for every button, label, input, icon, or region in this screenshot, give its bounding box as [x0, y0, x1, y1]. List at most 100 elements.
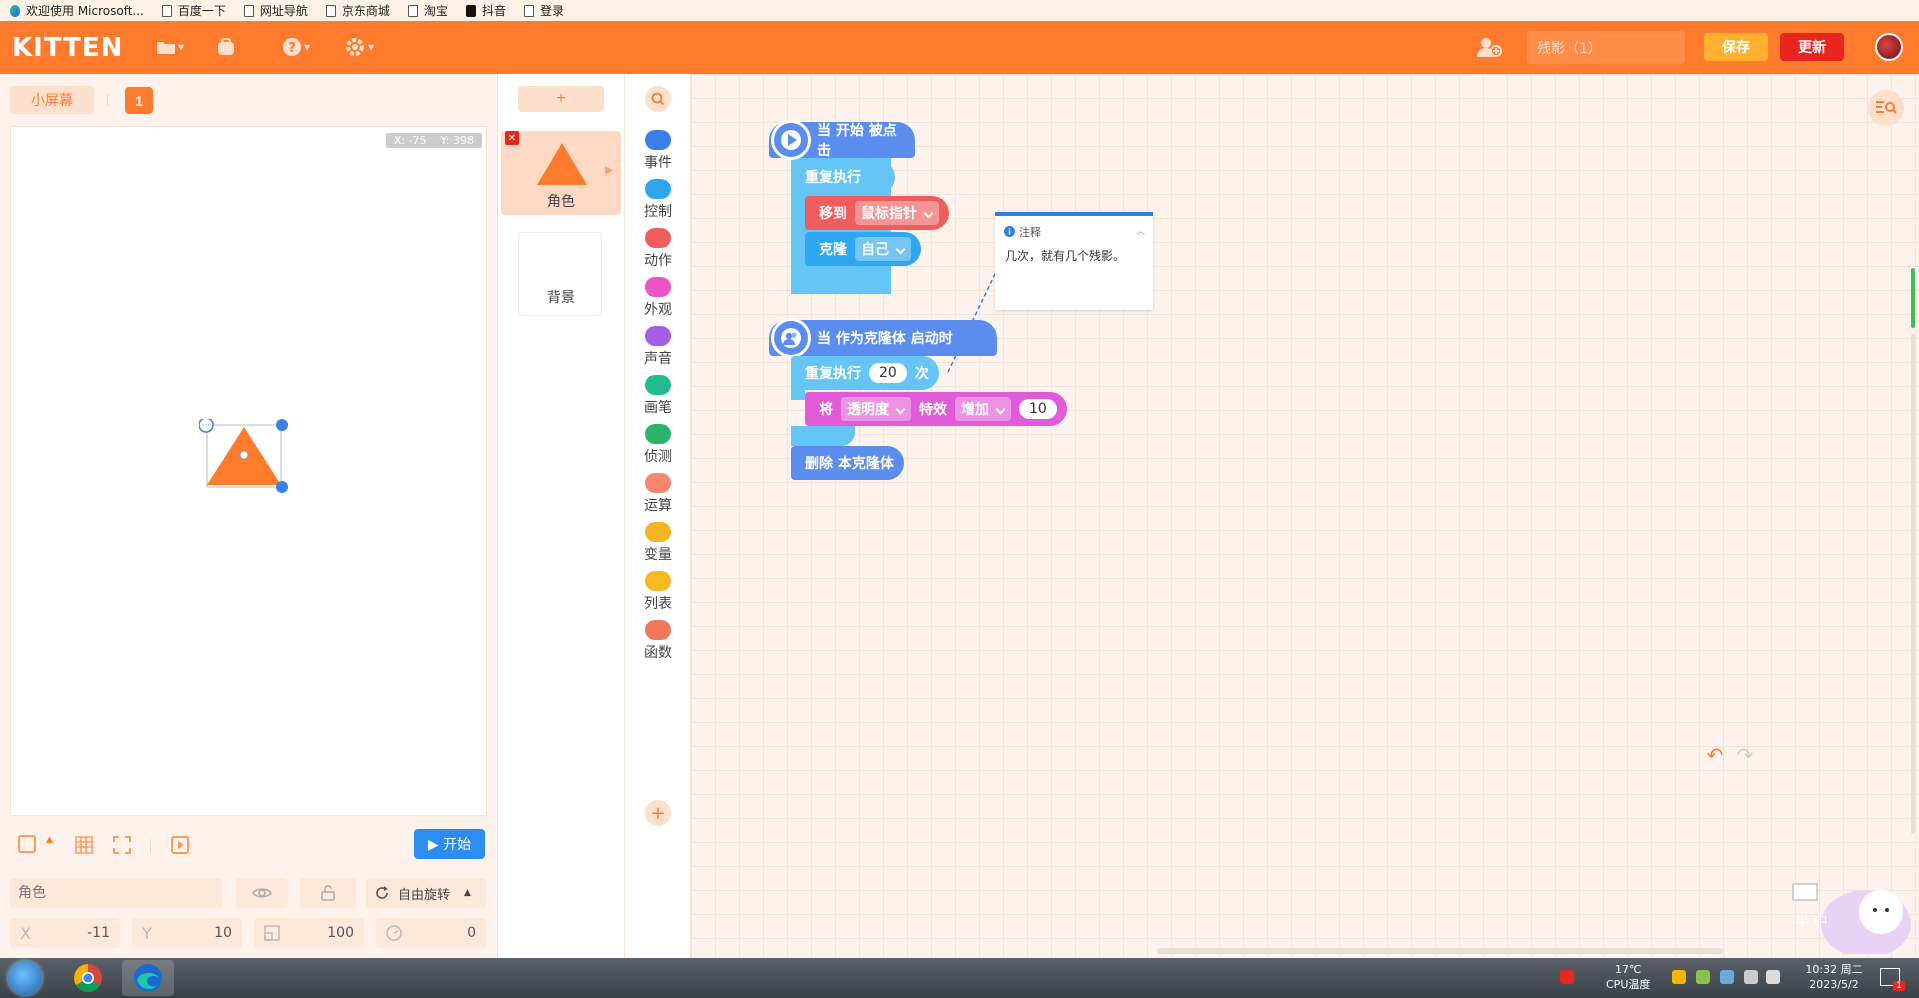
avatar[interactable]	[1875, 33, 1903, 61]
caret-up-icon[interactable]: ▲	[46, 835, 53, 845]
category-function[interactable]: 函数	[625, 606, 691, 662]
device-frame-icon[interactable]	[18, 835, 36, 853]
motion-icon	[645, 228, 671, 248]
add-sprite-button[interactable]: +	[518, 86, 604, 112]
volume-icon[interactable]	[1766, 970, 1780, 984]
sprite-name-input[interactable]	[10, 878, 222, 908]
repeat-block-header[interactable]: 重复执行 20 次	[791, 356, 939, 390]
delete-clone-block[interactable]: 删除 本克隆体	[791, 446, 904, 480]
lock-toggle[interactable]	[300, 878, 356, 908]
bookmark-item[interactable]: 百度一下	[161, 2, 226, 19]
when-started-as-clone-hat[interactable]: 当 作为克隆体 启动时	[769, 318, 997, 358]
signal-icon[interactable]	[1744, 970, 1758, 984]
category-sensing[interactable]: 侦测	[625, 410, 691, 466]
settings-menu-button[interactable]: ▼	[344, 36, 374, 58]
direction-field[interactable]: 0	[376, 918, 486, 948]
close-icon[interactable]: ✕	[505, 131, 519, 145]
edge-taskbar-button[interactable]	[122, 960, 174, 996]
notification-icon[interactable]: 1	[1880, 968, 1905, 991]
bookmark-item[interactable]: 登录	[523, 2, 564, 19]
bookmark-item[interactable]: 欢迎使用 Microsoft...	[10, 2, 144, 19]
help-menu-button[interactable]: ? ▼	[282, 36, 310, 58]
bookmark-item[interactable]: 京东商城	[325, 2, 390, 19]
top-header: KITTEN ▼ ?▼ ▼ 保存 更新	[0, 21, 1919, 74]
change-effect-block[interactable]: 将 透明度 特效 增加 10	[805, 392, 1067, 426]
repeat-count-input[interactable]: 20	[869, 363, 907, 383]
category-operators[interactable]: 运算	[625, 459, 691, 515]
comment-card[interactable]: 注释 ︿ 几次，就有几个残影。	[995, 212, 1153, 310]
tray-app-icon[interactable]	[1672, 970, 1686, 984]
category-list[interactable]: 列表	[625, 557, 691, 613]
background-card[interactable]: 背景	[518, 232, 602, 316]
undo-button[interactable]: ↶	[1704, 743, 1726, 767]
start-button[interactable]: ▶ 开始	[414, 829, 485, 859]
update-button[interactable]: 更新	[1780, 33, 1844, 61]
control-icon	[645, 179, 671, 199]
effect-op-dropdown[interactable]: 增加	[955, 397, 1011, 421]
network-icon[interactable]	[1720, 970, 1734, 984]
project-name-input[interactable]	[1527, 31, 1685, 64]
chrome-taskbar-button[interactable]	[62, 960, 114, 996]
save-button[interactable]: 保存	[1704, 33, 1768, 61]
assets-button[interactable]	[216, 36, 236, 58]
set-prefix-label: 将	[819, 402, 833, 418]
category-control[interactable]: 控制	[625, 165, 691, 221]
sprite-card-selected[interactable]: ✕ ▶ 角色	[501, 131, 621, 215]
chevron-right-icon[interactable]: ▶	[605, 165, 613, 176]
file-menu-button[interactable]: ▼	[156, 36, 184, 58]
visibility-toggle[interactable]	[236, 878, 288, 908]
category-event[interactable]: 事件	[625, 116, 691, 172]
block-search-button[interactable]	[1868, 90, 1904, 126]
category-label: 函数	[644, 645, 672, 661]
tray-app-icon[interactable]	[1696, 970, 1710, 984]
screen-1-button[interactable]: 1	[125, 87, 153, 114]
x-label: X	[20, 923, 31, 943]
times-label: 次	[914, 366, 929, 382]
size-value: 100	[327, 925, 354, 941]
sogou-ime-icon[interactable]	[1560, 970, 1574, 984]
repeat-label: 重复执行	[805, 366, 861, 382]
stage-sprite-triangle[interactable]: ···	[199, 419, 289, 499]
collaborate-button[interactable]	[1476, 36, 1502, 58]
category-motion[interactable]: 动作	[625, 214, 691, 270]
effect-name-dropdown[interactable]: 透明度	[841, 397, 911, 421]
y-field[interactable]: Y 10	[132, 918, 242, 948]
category-variables[interactable]: 变量	[625, 508, 691, 564]
stage-canvas[interactable]: X: -75 Y: 398 ···	[10, 126, 487, 816]
add-extension-button[interactable]: +	[645, 800, 671, 826]
redo-button[interactable]: ↷	[1734, 743, 1756, 767]
small-screen-button[interactable]: 小屏幕	[10, 86, 94, 114]
script-workspace[interactable]: 当 开始 被点击 重复执行 移到 鼠标指针 克隆 自己 注释 ︿ 几次，就有几个…	[691, 74, 1919, 958]
category-sound[interactable]: 声音	[625, 312, 691, 368]
grid-icon[interactable]	[74, 835, 94, 855]
hat-label: 当 作为克隆体 启动时	[817, 331, 953, 347]
play-preview-icon[interactable]	[170, 835, 190, 855]
rotation-mode-select[interactable]: 自由旋转 ▲	[366, 878, 486, 908]
coord-y: Y: 398	[440, 134, 474, 147]
windows-start-button[interactable]	[8, 961, 42, 995]
bookmark-item[interactable]: 网址导航	[243, 2, 308, 19]
bookmark-item[interactable]: 淘宝	[407, 2, 448, 19]
temperature: 17℃	[1615, 963, 1642, 976]
search-icon	[651, 92, 665, 106]
horizontal-scrollbar[interactable]	[1157, 948, 1723, 954]
bookmark-item[interactable]: 抖音	[465, 2, 506, 19]
category-pen[interactable]: 画笔	[625, 361, 691, 417]
coordinate-readout: X: -75 Y: 398	[385, 133, 482, 148]
mascot-decoration	[1792, 883, 1911, 954]
category-looks[interactable]: 外观	[625, 263, 691, 319]
search-button[interactable]	[645, 86, 671, 112]
rotate-icon	[376, 886, 388, 899]
fullscreen-icon[interactable]	[112, 835, 132, 855]
gear-icon	[346, 38, 364, 56]
bookmark-label: 京东商城	[341, 4, 390, 18]
size-field[interactable]: 100	[254, 918, 364, 948]
effect-value-input[interactable]: 10	[1019, 399, 1057, 419]
redo-icon: ↷	[1736, 743, 1754, 767]
x-field[interactable]: X -11	[10, 918, 120, 948]
chevron-up-icon[interactable]: ︿	[1136, 224, 1145, 237]
folder-icon	[157, 42, 175, 54]
rotation-mode-label: 自由旋转	[398, 887, 451, 903]
vertical-scrollbar[interactable]	[1911, 334, 1915, 834]
clock[interactable]: 10:32 周二 2023/5/2	[1798, 962, 1870, 992]
